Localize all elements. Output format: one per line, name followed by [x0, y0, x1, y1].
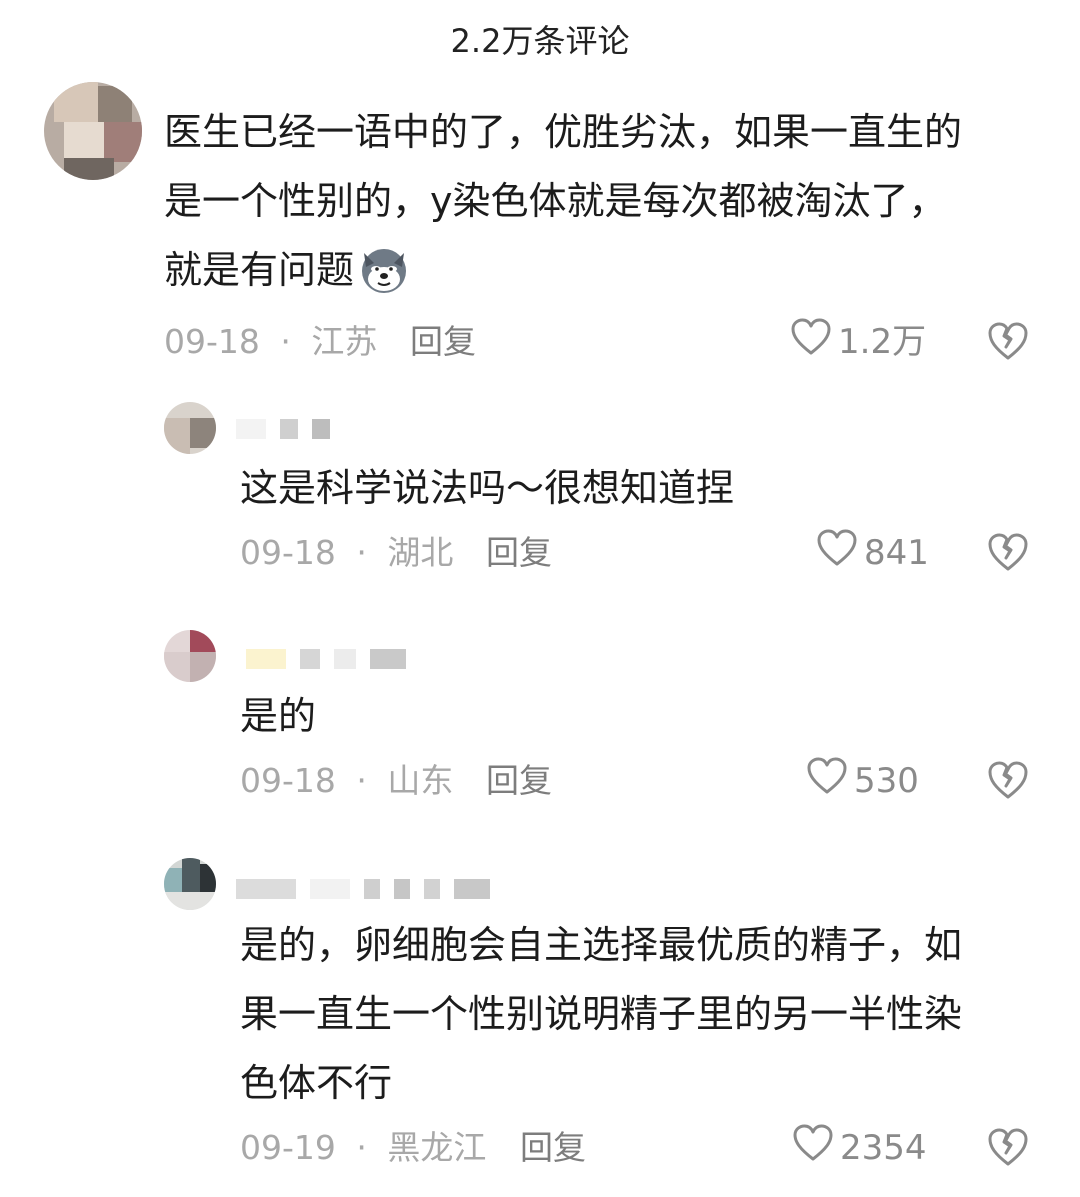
meta-separator: ·	[356, 533, 367, 572]
comments-count-title: 2.2万条评论	[450, 22, 630, 60]
dislike-button[interactable]	[986, 1126, 1030, 1170]
comment-location: 江苏	[311, 322, 378, 361]
reply-button[interactable]: 回复	[520, 1126, 586, 1170]
reply-button[interactable]: 回复	[486, 531, 552, 575]
like-count: 530	[854, 761, 919, 801]
comment-body: 医生已经一语中的了，优胜劣汰，如果一直生的 是一个性别的，y染色体就是每次都被淘…	[164, 110, 963, 292]
reply-button[interactable]: 回复	[410, 320, 476, 364]
comment-date: 09-18	[240, 533, 336, 572]
reply-button[interactable]: 回复	[486, 759, 552, 803]
comment-date: 09-18	[164, 322, 260, 361]
dislike-button[interactable]	[986, 320, 1030, 364]
like-count: 841	[864, 533, 929, 573]
comment-meta: 09-19 · 黑龙江 回复	[240, 1126, 660, 1170]
heart-icon	[816, 528, 864, 579]
comment-meta: 09-18 · 山东 回复	[240, 759, 640, 803]
comment-location: 山东	[387, 761, 454, 800]
username-blurred[interactable]	[246, 648, 420, 672]
broken-heart-icon	[986, 761, 1030, 805]
avatar[interactable]	[164, 630, 216, 682]
like-button[interactable]: 1.2万	[790, 318, 927, 364]
heart-icon	[792, 1123, 840, 1174]
comment-meta: 09-18 · 湖北 回复	[240, 531, 640, 575]
broken-heart-icon	[986, 533, 1030, 577]
comment-text: 是的	[240, 694, 317, 738]
like-count: 2354	[840, 1128, 927, 1168]
meta-separator: ·	[356, 761, 367, 800]
comment-meta: 09-18 · 江苏 回复	[164, 320, 564, 364]
username-blurred[interactable]	[236, 878, 504, 902]
comment-date: 09-18	[240, 761, 336, 800]
avatar[interactable]	[164, 858, 216, 910]
dislike-button[interactable]	[986, 531, 1030, 575]
comment-location: 黑龙江	[387, 1128, 487, 1167]
like-button[interactable]: 841	[816, 529, 929, 575]
meta-separator: ·	[280, 322, 291, 361]
dislike-button[interactable]	[986, 759, 1030, 803]
comment-text: 医生已经一语中的了，优胜劣汰，如果一直生的 是一个性别的，y染色体就是每次都被淘…	[164, 98, 1044, 305]
broken-heart-icon	[986, 322, 1030, 366]
username-blurred[interactable]	[236, 418, 344, 442]
like-button[interactable]: 2354	[792, 1124, 927, 1170]
broken-heart-icon	[986, 1128, 1030, 1172]
like-count: 1.2万	[838, 322, 927, 362]
like-button[interactable]: 530	[806, 757, 919, 803]
comment-text: 这是科学说法吗～很想知道捏	[240, 466, 735, 510]
meta-separator: ·	[356, 1128, 367, 1167]
comment-text: 是的，卵细胞会自主选择最优质的精子，如 果一直生一个性别说明精子里的另一半性染 …	[240, 923, 963, 1105]
avatar[interactable]	[44, 82, 142, 180]
comment-date: 09-19	[240, 1128, 336, 1167]
husky-dog-emoji-icon	[356, 241, 412, 297]
avatar[interactable]	[164, 402, 216, 454]
heart-icon	[806, 756, 854, 807]
heart-icon	[790, 317, 838, 368]
comment-location: 湖北	[387, 533, 454, 572]
